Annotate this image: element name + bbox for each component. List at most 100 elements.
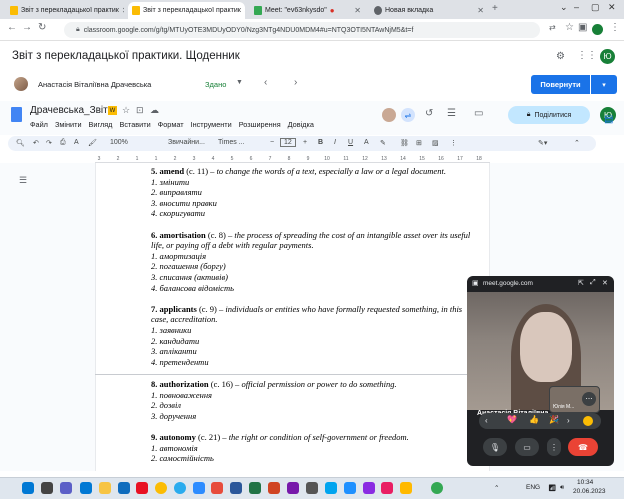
link-icon[interactable]: ⛓ <box>400 139 409 147</box>
thumbs-up-reaction-icon[interactable]: 👍 <box>529 415 539 424</box>
underline-icon[interactable]: U <box>348 139 353 146</box>
outline-icon[interactable]: ☰ <box>19 175 27 186</box>
store-icon[interactable] <box>325 482 337 494</box>
start-icon[interactable] <box>22 482 34 494</box>
chevron-right-icon[interactable]: › <box>567 416 570 425</box>
language-indicator[interactable]: ENG <box>526 484 540 491</box>
bold-icon[interactable]: B <box>318 139 323 146</box>
chevron-down-icon[interactable]: ▼ <box>236 79 243 86</box>
clock-time[interactable]: 10:34 <box>577 479 593 486</box>
editing-mode-icon[interactable]: ✎▾ <box>538 139 547 147</box>
chrome-icon[interactable] <box>155 482 167 494</box>
word-icon[interactable] <box>230 482 242 494</box>
menu-insert[interactable]: Вставити <box>119 120 150 129</box>
highlight-icon[interactable]: ✎ <box>380 139 386 147</box>
undo-icon[interactable]: ↶ <box>33 139 39 147</box>
clock-date[interactable]: 20.06.2023 <box>573 488 606 495</box>
browser-tab-1[interactable]: Звіт з перекладацької практик ✕ <box>6 2 124 19</box>
close-pip-icon[interactable]: ✕ <box>602 279 608 287</box>
apps-grid-icon[interactable]: ⋮⋮ <box>577 50 597 61</box>
maximize-icon[interactable]: ▢ <box>591 2 600 13</box>
font-select[interactable]: Times ... <box>218 139 245 146</box>
insert-comment-icon[interactable]: ⊞ <box>416 139 422 147</box>
menu-help[interactable]: Довідка <box>288 120 314 129</box>
volume-icon[interactable]: 🔊︎ <box>560 484 564 492</box>
move-icon[interactable]: ⊡ <box>136 105 144 116</box>
zoom-icon[interactable] <box>193 482 205 494</box>
meet-present-icon[interactable]: ⇌ <box>401 108 415 122</box>
more-controls-icon[interactable]: ⋮ <box>547 438 561 456</box>
increase-size-icon[interactable]: + <box>303 139 307 146</box>
decrease-size-icon[interactable]: − <box>270 139 274 146</box>
spellcheck-icon[interactable]: A <box>74 139 79 146</box>
minimize-icon[interactable]: – <box>574 2 579 12</box>
excel-icon[interactable] <box>249 482 261 494</box>
history-icon[interactable]: ↺ <box>425 108 433 119</box>
collaborator-avatar[interactable] <box>382 108 396 122</box>
media-icon[interactable] <box>136 482 148 494</box>
font-size-field[interactable]: 12 <box>280 138 296 147</box>
more-options-icon[interactable]: ⋯ <box>582 392 596 406</box>
menu-extensions[interactable]: Розширення <box>239 120 281 129</box>
close-tab-icon[interactable]: ✕ <box>244 6 245 15</box>
chrome2-icon[interactable] <box>431 482 443 494</box>
video-call-icon[interactable]: ▭ <box>474 108 483 119</box>
comment-icon[interactable]: ☰ <box>447 108 456 119</box>
return-button[interactable]: Повернути <box>531 75 590 94</box>
task-view-icon[interactable] <box>60 482 72 494</box>
camera-icon[interactable]: ▭ <box>515 438 539 456</box>
browser-menu-icon[interactable]: ⋮ <box>610 22 620 33</box>
chevron-down-icon[interactable]: ⌄ <box>560 2 568 13</box>
collapse-toolbar-icon[interactable]: ⌃ <box>574 139 580 147</box>
browser-tab-3[interactable]: Meet: "ev63nkysdo" ● ✕ <box>250 2 365 19</box>
print-icon[interactable]: ⎙ <box>60 139 66 147</box>
close-window-icon[interactable]: ✕ <box>608 2 616 13</box>
meet-pip-window[interactable]: meet.google.com ▣ ⇱ ⤢ ✕ Юлія М... ⋯ Анас… <box>467 276 614 466</box>
reload-icon[interactable]: ↻ <box>38 22 46 33</box>
clap-reaction-icon[interactable]: 🎉 <box>549 415 559 424</box>
menu-format[interactable]: Формат <box>158 120 184 129</box>
opera-icon[interactable] <box>211 482 223 494</box>
powerpoint-icon[interactable] <box>268 482 280 494</box>
raise-hand-icon[interactable] <box>583 416 593 426</box>
image-icon[interactable]: ▨ <box>432 139 439 147</box>
search-taskbar-icon[interactable] <box>41 482 53 494</box>
expand-icon[interactable]: ⤢ <box>590 279 596 287</box>
translate-icon[interactable]: ⇄ <box>549 23 556 32</box>
zoom-select[interactable]: 100% <box>110 139 128 146</box>
app2-icon[interactable] <box>344 482 356 494</box>
menu-file[interactable]: Файл <box>30 120 48 129</box>
browser-tab-2[interactable]: Звіт з перекладацької практик ✕ <box>128 2 245 19</box>
telegram-icon[interactable] <box>174 482 186 494</box>
explorer-icon[interactable] <box>99 482 111 494</box>
app-icon[interactable] <box>306 482 318 494</box>
end-call-button[interactable]: ☎ <box>568 438 598 456</box>
app5-icon[interactable] <box>400 482 412 494</box>
close-tab-icon[interactable]: ✕ <box>354 6 361 15</box>
outlook-icon[interactable] <box>118 482 130 494</box>
url-field[interactable]: 🔒︎ classroom.google.com/g/tg/MTUyOTE3MDU… <box>64 22 540 38</box>
profile-icon[interactable] <box>592 24 603 35</box>
share-button[interactable]: 🔒︎ Поділитися <box>508 106 590 124</box>
star-icon[interactable]: ☆ <box>122 105 130 116</box>
self-view-thumbnail[interactable]: Юлія М... ⋯ <box>549 386 600 413</box>
menu-tools[interactable]: Інструменти <box>191 120 232 129</box>
italic-icon[interactable]: I <box>334 139 336 146</box>
microphone-icon[interactable]: 🎙︎ <box>483 438 507 456</box>
close-tab-icon[interactable]: ✕ <box>122 6 124 15</box>
back-to-tab-icon[interactable]: ⇱ <box>578 279 584 287</box>
edge-icon[interactable] <box>80 482 92 494</box>
next-student-icon[interactable]: › <box>294 77 297 88</box>
text-color-icon[interactable]: A <box>364 139 369 146</box>
style-select[interactable]: Звичайни... <box>168 139 205 146</box>
return-dropdown-icon[interactable]: ▾ <box>591 75 617 94</box>
menu-view[interactable]: Вигляд <box>89 120 113 129</box>
close-tab-icon[interactable]: ✕ <box>477 6 484 15</box>
teams-icon[interactable] <box>287 482 299 494</box>
redo-icon[interactable]: ↷ <box>46 139 52 147</box>
back-icon[interactable]: ← <box>7 22 17 33</box>
document-body[interactable]: 5. amend (c. 11) – to change the words o… <box>151 166 471 475</box>
docs-logo-icon[interactable] <box>11 107 22 122</box>
calendar-icon[interactable]: ▤ <box>604 114 613 125</box>
app3-icon[interactable] <box>363 482 375 494</box>
